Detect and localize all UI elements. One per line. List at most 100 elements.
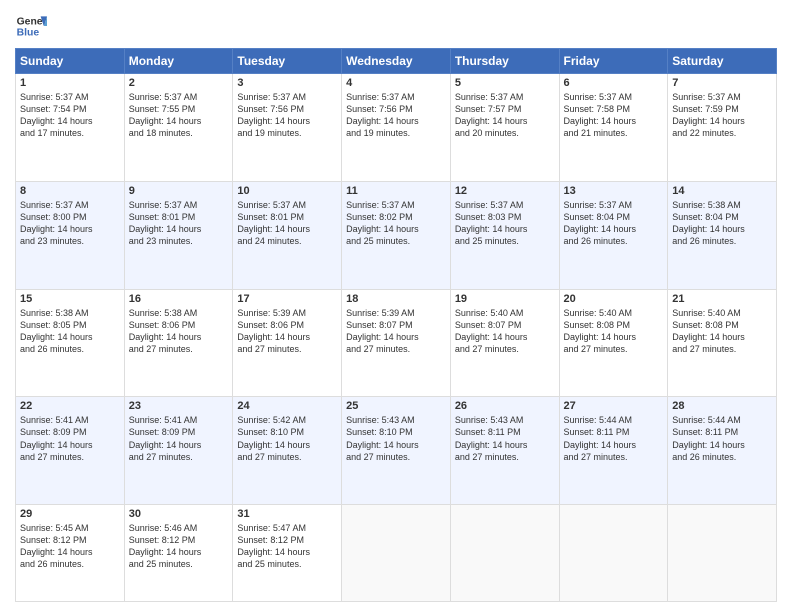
day-number: 25 (346, 400, 446, 412)
day-info: Sunrise: 5:41 AM Sunset: 8:09 PM Dayligh… (129, 414, 229, 463)
day-info: Sunrise: 5:39 AM Sunset: 8:06 PM Dayligh… (237, 307, 337, 356)
calendar-day-26: 26Sunrise: 5:43 AM Sunset: 8:11 PM Dayli… (450, 397, 559, 505)
day-info: Sunrise: 5:40 AM Sunset: 8:08 PM Dayligh… (564, 307, 664, 356)
calendar-day-5: 5 Sunrise: 5:37 AM Sunset: 7:57 PM Daylig… (450, 74, 559, 182)
calendar-day-empty (342, 505, 451, 602)
day-info: Sunrise: 5:43 AM Sunset: 8:11 PM Dayligh… (455, 414, 555, 463)
day-number: 9 (129, 185, 229, 197)
day-info: Sunrise: 5:37 AM Sunset: 7:56 PM Dayligh… (237, 91, 337, 140)
day-number: 4 (346, 77, 446, 89)
day-number: 12 (455, 185, 555, 197)
calendar-week-1: 1 Sunrise: 5:37 AM Sunset: 7:54 PM Daylig… (16, 74, 777, 182)
day-info: Sunrise: 5:44 AM Sunset: 8:11 PM Dayligh… (672, 414, 772, 463)
day-number: 21 (672, 293, 772, 305)
calendar-header-row: SundayMondayTuesdayWednesdayThursdayFrid… (16, 49, 777, 74)
day-number: 28 (672, 400, 772, 412)
calendar-day-28: 28 Sunrise: 5:44 AM Sunset: 8:11 PM Dayli… (668, 397, 777, 505)
day-number: 29 (20, 508, 120, 520)
day-number: 30 (129, 508, 229, 520)
calendar-day-20: 20 Sunrise: 5:40 AM Sunset: 8:08 PM Dayli… (559, 289, 668, 397)
calendar-day-8: 8 Sunrise: 5:37 AM Sunset: 8:00 PM Daylig… (16, 181, 125, 289)
day-number: 22 (20, 400, 120, 412)
day-number: 18 (346, 293, 446, 305)
day-info: Sunrise: 5:38 AM Sunset: 8:04 PM Dayligh… (672, 199, 772, 248)
day-number: 17 (237, 293, 337, 305)
calendar-day-9: 9Sunrise: 5:37 AM Sunset: 8:01 PM Daylig… (124, 181, 233, 289)
calendar-day-16: 16Sunrise: 5:38 AM Sunset: 8:06 PM Dayli… (124, 289, 233, 397)
day-info: Sunrise: 5:45 AM Sunset: 8:12 PM Dayligh… (20, 522, 120, 571)
calendar-day-3: 3 Sunrise: 5:37 AM Sunset: 7:56 PM Daylig… (233, 74, 342, 182)
calendar-day-21: 21 Sunrise: 5:40 AM Sunset: 8:08 PM Dayli… (668, 289, 777, 397)
calendar-week-5: 29 Sunrise: 5:45 AM Sunset: 8:12 PM Dayli… (16, 505, 777, 602)
day-info: Sunrise: 5:40 AM Sunset: 8:08 PM Dayligh… (672, 307, 772, 356)
calendar-day-empty (668, 505, 777, 602)
calendar-day-22: 22 Sunrise: 5:41 AM Sunset: 8:09 PM Dayli… (16, 397, 125, 505)
day-info: Sunrise: 5:37 AM Sunset: 8:02 PM Dayligh… (346, 199, 446, 248)
calendar-header-friday: Friday (559, 49, 668, 74)
day-number: 20 (564, 293, 664, 305)
day-info: Sunrise: 5:43 AM Sunset: 8:10 PM Dayligh… (346, 414, 446, 463)
calendar-day-18: 18 Sunrise: 5:39 AM Sunset: 8:07 PM Dayli… (342, 289, 451, 397)
day-number: 3 (237, 77, 337, 89)
day-info: Sunrise: 5:42 AM Sunset: 8:10 PM Dayligh… (237, 414, 337, 463)
calendar-container: General Blue SundayMondayTuesdayWednesda… (0, 0, 792, 612)
calendar-table: SundayMondayTuesdayWednesdayThursdayFrid… (15, 48, 777, 602)
calendar-day-2: 2 Sunrise: 5:37 AM Sunset: 7:55 PM Daylig… (124, 74, 233, 182)
day-number: 14 (672, 185, 772, 197)
day-number: 11 (346, 185, 446, 197)
day-number: 27 (564, 400, 664, 412)
calendar-header-tuesday: Tuesday (233, 49, 342, 74)
calendar-day-6: 6 Sunrise: 5:37 AM Sunset: 7:58 PM Daylig… (559, 74, 668, 182)
day-info: Sunrise: 5:38 AM Sunset: 8:05 PM Dayligh… (20, 307, 120, 356)
day-info: Sunrise: 5:37 AM Sunset: 7:57 PM Dayligh… (455, 91, 555, 140)
calendar-day-25: 25 Sunrise: 5:43 AM Sunset: 8:10 PM Dayli… (342, 397, 451, 505)
day-info: Sunrise: 5:38 AM Sunset: 8:06 PM Dayligh… (129, 307, 229, 356)
calendar-header-wednesday: Wednesday (342, 49, 451, 74)
day-number: 31 (237, 508, 337, 520)
calendar-day-23: 23 Sunrise: 5:41 AM Sunset: 8:09 PM Dayli… (124, 397, 233, 505)
day-info: Sunrise: 5:41 AM Sunset: 8:09 PM Dayligh… (20, 414, 120, 463)
header: General Blue (15, 10, 777, 42)
day-info: Sunrise: 5:37 AM Sunset: 8:01 PM Dayligh… (237, 199, 337, 248)
svg-text:Blue: Blue (17, 28, 40, 39)
day-info: Sunrise: 5:37 AM Sunset: 7:56 PM Dayligh… (346, 91, 446, 140)
day-number: 1 (20, 77, 120, 89)
day-info: Sunrise: 5:37 AM Sunset: 7:54 PM Dayligh… (20, 91, 120, 140)
day-info: Sunrise: 5:37 AM Sunset: 8:04 PM Dayligh… (564, 199, 664, 248)
day-info: Sunrise: 5:39 AM Sunset: 8:07 PM Dayligh… (346, 307, 446, 356)
day-number: 13 (564, 185, 664, 197)
calendar-day-14: 14 Sunrise: 5:38 AM Sunset: 8:04 PM Dayli… (668, 181, 777, 289)
day-number: 15 (20, 293, 120, 305)
day-info: Sunrise: 5:37 AM Sunset: 7:58 PM Dayligh… (564, 91, 664, 140)
calendar-header-saturday: Saturday (668, 49, 777, 74)
day-info: Sunrise: 5:47 AM Sunset: 8:12 PM Dayligh… (237, 522, 337, 571)
day-info: Sunrise: 5:40 AM Sunset: 8:07 PM Dayligh… (455, 307, 555, 356)
calendar-day-10: 10 Sunrise: 5:37 AM Sunset: 8:01 PM Dayli… (233, 181, 342, 289)
day-info: Sunrise: 5:37 AM Sunset: 8:03 PM Dayligh… (455, 199, 555, 248)
calendar-day-empty (450, 505, 559, 602)
day-number: 10 (237, 185, 337, 197)
day-number: 23 (129, 400, 229, 412)
day-info: Sunrise: 5:44 AM Sunset: 8:11 PM Dayligh… (564, 414, 664, 463)
day-info: Sunrise: 5:37 AM Sunset: 7:55 PM Dayligh… (129, 91, 229, 140)
day-info: Sunrise: 5:37 AM Sunset: 8:00 PM Dayligh… (20, 199, 120, 248)
day-number: 5 (455, 77, 555, 89)
calendar-day-24: 24Sunrise: 5:42 AM Sunset: 8:10 PM Dayli… (233, 397, 342, 505)
calendar-week-4: 22 Sunrise: 5:41 AM Sunset: 8:09 PM Dayli… (16, 397, 777, 505)
calendar-day-31: 31 Sunrise: 5:47 AM Sunset: 8:12 PM Dayli… (233, 505, 342, 602)
day-number: 8 (20, 185, 120, 197)
logo: General Blue (15, 10, 47, 42)
calendar-day-17: 17 Sunrise: 5:39 AM Sunset: 8:06 PM Dayli… (233, 289, 342, 397)
calendar-week-3: 15 Sunrise: 5:38 AM Sunset: 8:05 PM Dayli… (16, 289, 777, 397)
calendar-day-12: 12 Sunrise: 5:37 AM Sunset: 8:03 PM Dayli… (450, 181, 559, 289)
calendar-day-11: 11 Sunrise: 5:37 AM Sunset: 8:02 PM Dayli… (342, 181, 451, 289)
day-number: 6 (564, 77, 664, 89)
day-info: Sunrise: 5:46 AM Sunset: 8:12 PM Dayligh… (129, 522, 229, 571)
calendar-header-sunday: Sunday (16, 49, 125, 74)
logo-icon: General Blue (15, 10, 47, 42)
calendar-day-19: 19Sunrise: 5:40 AM Sunset: 8:07 PM Dayli… (450, 289, 559, 397)
day-number: 2 (129, 77, 229, 89)
calendar-day-7: 7 Sunrise: 5:37 AM Sunset: 7:59 PM Daylig… (668, 74, 777, 182)
day-number: 7 (672, 77, 772, 89)
day-info: Sunrise: 5:37 AM Sunset: 7:59 PM Dayligh… (672, 91, 772, 140)
